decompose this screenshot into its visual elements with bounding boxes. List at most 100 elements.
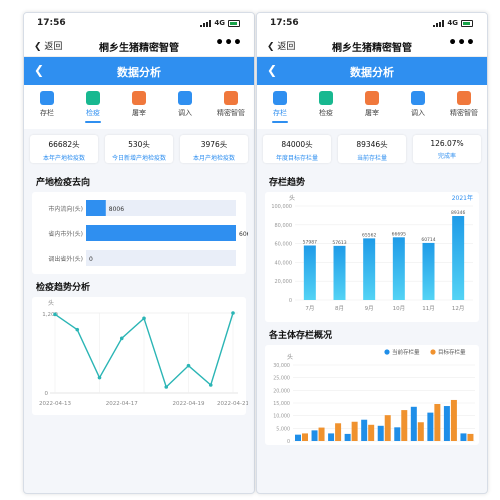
section-title-entity-overview: 各主体存栏概况 — [269, 331, 333, 341]
bar-data-label: 0 — [89, 256, 93, 263]
bar-target — [368, 424, 375, 441]
stats-row: 84000头 年度目标存栏量 89346头 当前存栏量 126.07% 完成率 — [257, 129, 487, 169]
section-title-trend: 检疫趋势分析 — [36, 283, 91, 293]
bar-current — [344, 433, 351, 441]
page-title: 数据分析 — [350, 66, 394, 79]
x-tick-label: 2022-04-19 — [173, 401, 205, 407]
chart-icon — [319, 91, 333, 105]
page-header: ❮ 数据分析 — [24, 57, 254, 85]
pig-icon — [132, 91, 146, 105]
check-list-icon — [178, 91, 192, 105]
bar-chart: 头 2021年 100,000 80,000 60,000 40,000 20,000 0 57… — [271, 194, 473, 312]
x-tick-label: 2022-04-13 — [39, 401, 71, 407]
stat-card: 66682头 本年产地检疫数 — [30, 135, 98, 163]
y-tick-label: 0 — [289, 298, 292, 304]
bar-data-label: 60687 — [239, 231, 248, 238]
stat-value: 89346头 — [356, 140, 388, 149]
bar-current — [361, 419, 368, 441]
more-menu-button[interactable]: ••• — [215, 35, 242, 51]
tab-stock[interactable]: 存栏 — [261, 91, 299, 129]
status-bar: 17:56 4G — [24, 13, 254, 33]
tab-quarantine[interactable]: 检疫 — [74, 91, 112, 129]
bar-target — [401, 410, 408, 441]
bar-current — [311, 430, 318, 441]
destination-chart: 市内流向(头) 8006 省内市外(头) 60687 调出省外(头) 0 — [32, 192, 248, 274]
tab-label: 存栏 — [273, 109, 287, 117]
stat-card: 126.07% 完成率 — [413, 135, 481, 163]
tab-label: 存栏 — [40, 109, 54, 117]
tab-label: 屠宰 — [132, 109, 146, 117]
y-axis-label: 头 — [287, 353, 293, 361]
line-chart: 头1,20002022-04-13 2022-04-17 2022-04-19 202… — [39, 299, 248, 407]
tab-slaughter[interactable]: 屠宰 — [353, 91, 391, 129]
more-menu-button[interactable]: ••• — [448, 35, 475, 51]
legend-marker — [430, 349, 436, 355]
bar — [422, 242, 435, 300]
category-tabs: 存栏 检疫 屠宰 调入 精密智管 — [24, 85, 254, 129]
data-point — [75, 327, 80, 332]
bar-category-label: 调出省外(头) — [48, 255, 83, 263]
legend-label: 目标存栏量 — [438, 348, 466, 356]
data-point — [53, 312, 57, 317]
data-point — [208, 383, 213, 387]
status-icons: 4G — [433, 19, 473, 27]
bar — [392, 237, 405, 300]
signal-icon — [433, 19, 445, 27]
section-title-destination: 产地检疫去向 — [36, 178, 91, 188]
stat-value: 530头 — [128, 140, 150, 149]
status-time: 17:56 — [270, 18, 299, 28]
tab-slaughter[interactable]: 屠宰 — [120, 91, 158, 129]
bar-target — [318, 427, 325, 441]
y-tick-label: 100,000 — [271, 204, 292, 210]
layers-icon — [40, 91, 54, 105]
stat-label: 当前存栏量 — [356, 155, 387, 162]
chart-icon — [86, 91, 100, 105]
tab-precision[interactable]: 精密智管 — [445, 91, 483, 129]
bar — [333, 245, 346, 300]
page-header: ❮ 数据分析 — [257, 57, 487, 85]
tab-transfer-in[interactable]: 调入 — [399, 91, 437, 129]
data-point — [186, 363, 191, 368]
x-tick-label: 12月 — [452, 305, 465, 312]
page-title: 数据分析 — [117, 66, 161, 79]
y-tick-label: 10,000 — [273, 414, 290, 420]
bar-current — [443, 406, 450, 441]
tab-stock[interactable]: 存栏 — [28, 91, 66, 129]
stat-card: 89346头 当前存栏量 — [338, 135, 406, 163]
stat-card: 84000头 年度目标存栏量 — [263, 135, 331, 163]
bar-target — [434, 404, 441, 441]
data-point — [164, 385, 169, 389]
x-tick-label: 2022-04-17 — [106, 401, 138, 407]
layers-icon — [273, 91, 287, 105]
y-tick-label: 25,000 — [273, 376, 290, 382]
tab-label: 精密智管 — [217, 109, 245, 117]
signal-icon — [200, 19, 212, 27]
trend-chart: 头 1,200 0 2022-04-13 2022-04-17 2022-04-19 202… — [32, 297, 248, 415]
network-label: 4G — [447, 19, 458, 27]
bar-target — [384, 415, 391, 441]
bar — [452, 216, 465, 300]
bar-target — [302, 433, 308, 441]
tab-quarantine[interactable]: 检疫 — [307, 91, 345, 129]
tab-precision[interactable]: 精密智管 — [212, 91, 250, 129]
stat-label: 本年产地检疫数 — [42, 155, 85, 162]
bar-track — [86, 250, 236, 266]
bar-target — [467, 433, 474, 441]
y-tick-label: 40,000 — [275, 260, 293, 266]
stat-value: 3976头 — [200, 140, 228, 149]
y-tick-label: 80,000 — [275, 223, 293, 229]
stat-label: 完成率 — [437, 153, 456, 160]
data-point — [97, 375, 102, 380]
bar-value — [86, 225, 236, 241]
tab-transfer-in[interactable]: 调入 — [166, 91, 204, 129]
network-label: 4G — [214, 19, 225, 27]
stats-row: 66682头 本年产地检疫数 530头 今日新增产地检疫数 3976头 本月产地检疫数 — [24, 129, 254, 169]
bar-target — [450, 399, 457, 441]
bar-value — [86, 200, 106, 216]
bar-data-label: 89346 — [451, 210, 465, 216]
category-tabs: 存栏 检疫 屠宰 调入 精密智管 — [257, 85, 487, 129]
legend-label: 当前存栏量 — [392, 348, 420, 356]
x-tick-label: 11月 — [422, 305, 435, 312]
stat-value: 126.07% — [430, 139, 464, 148]
bar-data-label: 66695 — [392, 231, 406, 237]
